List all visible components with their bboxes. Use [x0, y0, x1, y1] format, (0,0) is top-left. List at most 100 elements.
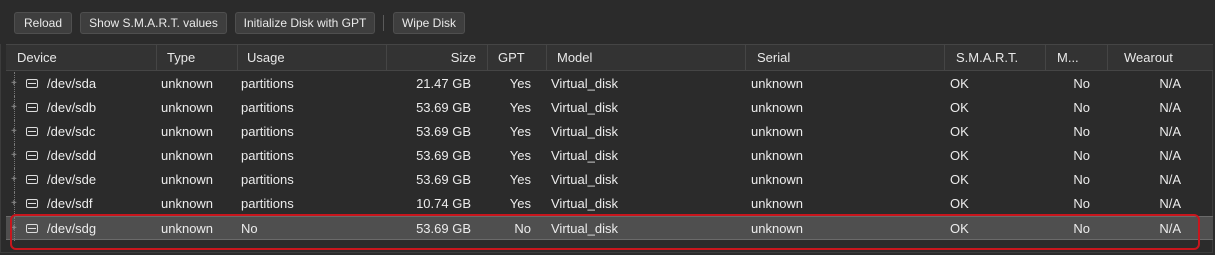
- column-header-usage[interactable]: Usage: [238, 45, 387, 70]
- cell-type: unknown: [161, 148, 214, 163]
- hard-drive-icon: [26, 79, 38, 88]
- cell-usage: partitions: [241, 76, 294, 91]
- cell-size: 53.69 GB: [416, 124, 471, 139]
- cell-smart: OK: [950, 100, 969, 115]
- cell-model: Virtual_disk: [551, 172, 618, 187]
- cell-gpt: No: [514, 221, 531, 236]
- cell-wearout: N/A: [1159, 148, 1181, 163]
- cell-gpt: Yes: [509, 172, 531, 187]
- table-row[interactable]: + /dev/sdc unknown partitions 53.69 GB Yes Vir…: [6, 120, 1213, 144]
- cell-mounted: No: [1073, 148, 1090, 163]
- column-header-model[interactable]: Model: [547, 45, 746, 70]
- cell-mounted: No: [1073, 221, 1090, 236]
- cell-model: Virtual_disk: [551, 221, 618, 236]
- cell-device: /dev/sdb: [47, 100, 97, 115]
- hard-drive-icon: [26, 127, 38, 136]
- cell-model: Virtual_disk: [551, 100, 618, 115]
- cell-type: unknown: [161, 76, 214, 91]
- cell-smart: OK: [950, 196, 969, 211]
- cell-wearout: N/A: [1159, 76, 1181, 91]
- column-header-gpt[interactable]: GPT: [488, 45, 547, 70]
- cell-model: Virtual_disk: [551, 196, 618, 211]
- cell-serial: unknown: [751, 124, 804, 139]
- hard-drive-icon: [26, 175, 38, 184]
- cell-smart: OK: [950, 124, 969, 139]
- tree-expand-icon[interactable]: +: [11, 127, 18, 137]
- cell-wearout: N/A: [1159, 221, 1181, 236]
- cell-wearout: N/A: [1159, 196, 1181, 211]
- table-row[interactable]: + /dev/sda unknown partitions 21.47 GB Yes Vir…: [6, 72, 1213, 96]
- cell-type: unknown: [161, 221, 214, 236]
- cell-serial: unknown: [751, 100, 804, 115]
- column-header-smart[interactable]: S.M.A.R.T.: [945, 45, 1046, 70]
- table-row[interactable]: + /dev/sdf unknown partitions 10.74 GB Yes Vir…: [6, 192, 1213, 216]
- tree-expand-icon[interactable]: +: [11, 79, 18, 89]
- toolbar: Reload Show S.M.A.R.T. values Initialize…: [0, 0, 1215, 44]
- cell-mounted: No: [1073, 76, 1090, 91]
- wipe-disk-button[interactable]: Wipe Disk: [393, 12, 465, 34]
- hard-drive-icon: [26, 224, 38, 233]
- cell-type: unknown: [161, 172, 214, 187]
- cell-wearout: N/A: [1159, 124, 1181, 139]
- cell-mounted: No: [1073, 196, 1090, 211]
- table-row[interactable]: + /dev/sdg unknown No 53.69 GB No Virtual_disk…: [6, 216, 1213, 241]
- cell-gpt: Yes: [509, 196, 531, 211]
- reload-button[interactable]: Reload: [14, 12, 72, 34]
- cell-usage: partitions: [241, 148, 294, 163]
- cell-mounted: No: [1073, 100, 1090, 115]
- cell-device: /dev/sdf: [47, 196, 93, 211]
- table-row[interactable]: + /dev/sde unknown partitions 53.69 GB Yes Vir…: [6, 168, 1213, 192]
- cell-gpt: Yes: [509, 76, 531, 91]
- cell-size: 53.69 GB: [416, 100, 471, 115]
- cell-mounted: No: [1073, 172, 1090, 187]
- tree-expand-icon[interactable]: +: [11, 199, 18, 209]
- cell-serial: unknown: [751, 172, 804, 187]
- cell-type: unknown: [161, 100, 214, 115]
- tree-expand-icon[interactable]: +: [11, 151, 18, 161]
- cell-wearout: N/A: [1159, 172, 1181, 187]
- cell-mounted: No: [1073, 124, 1090, 139]
- cell-gpt: Yes: [509, 124, 531, 139]
- column-header-serial[interactable]: Serial: [746, 45, 945, 70]
- cell-size: 10.74 GB: [416, 196, 471, 211]
- hard-drive-icon: [26, 151, 38, 160]
- cell-serial: unknown: [751, 148, 804, 163]
- disk-list: + /dev/sda unknown partitions 21.47 GB Yes Vir…: [6, 72, 1213, 241]
- hard-drive-icon: [26, 199, 38, 208]
- column-header-mounted[interactable]: M...: [1046, 45, 1108, 70]
- tree-expand-icon[interactable]: +: [11, 224, 18, 234]
- table-row[interactable]: + /dev/sdb unknown partitions 53.69 GB Yes Vir…: [6, 96, 1213, 120]
- cell-device: /dev/sdg: [47, 221, 97, 236]
- cell-serial: unknown: [751, 196, 804, 211]
- cell-usage: partitions: [241, 100, 294, 115]
- cell-type: unknown: [161, 124, 214, 139]
- table-row[interactable]: + /dev/sdd unknown partitions 53.69 GB Yes Vir…: [6, 144, 1213, 168]
- cell-size: 53.69 GB: [416, 148, 471, 163]
- cell-usage: partitions: [241, 124, 294, 139]
- cell-usage: No: [241, 221, 258, 236]
- cell-smart: OK: [950, 76, 969, 91]
- cell-model: Virtual_disk: [551, 148, 618, 163]
- cell-device: /dev/sde: [47, 172, 97, 187]
- show-smart-values-button[interactable]: Show S.M.A.R.T. values: [80, 12, 227, 34]
- toolbar-separator: [383, 15, 384, 31]
- cell-serial: unknown: [751, 76, 804, 91]
- cell-model: Virtual_disk: [551, 124, 618, 139]
- cell-size: 53.69 GB: [416, 172, 471, 187]
- cell-smart: OK: [950, 172, 969, 187]
- tree-expand-icon[interactable]: +: [11, 175, 18, 185]
- cell-usage: partitions: [241, 196, 294, 211]
- cell-model: Virtual_disk: [551, 76, 618, 91]
- column-header-size[interactable]: Size: [387, 45, 488, 70]
- cell-gpt: Yes: [509, 100, 531, 115]
- cell-device: /dev/sdc: [47, 124, 96, 139]
- cell-smart: OK: [950, 221, 969, 236]
- cell-serial: unknown: [751, 221, 804, 236]
- initialize-gpt-button[interactable]: Initialize Disk with GPT: [235, 12, 375, 34]
- cell-usage: partitions: [241, 172, 294, 187]
- cell-size: 53.69 GB: [416, 221, 471, 236]
- column-header-type[interactable]: Type: [157, 45, 238, 70]
- tree-expand-icon[interactable]: +: [11, 103, 18, 113]
- column-header-wearout[interactable]: Wearout: [1108, 45, 1213, 70]
- column-header-device[interactable]: Device: [6, 45, 157, 70]
